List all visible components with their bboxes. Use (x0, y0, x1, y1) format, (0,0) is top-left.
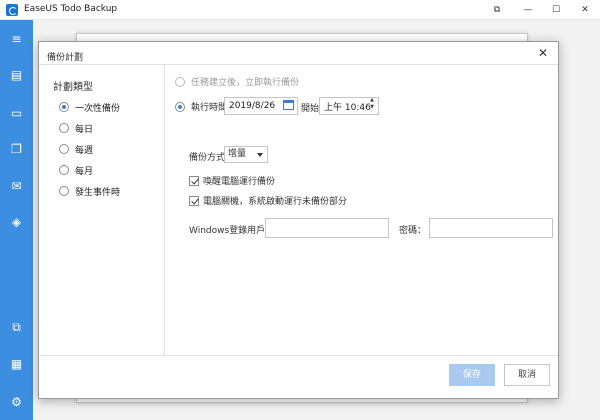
tools-icon[interactable]: ▦ (9, 357, 24, 371)
backup-schedule-dialog: 備份計劃 ✕ 計劃類型 一次性備份 每日 每週 每月 發生事件時 任務建立後，立… (38, 41, 559, 399)
backup-method-label: 備份方式 (189, 153, 226, 163)
minimize-button[interactable]: — (520, 2, 536, 18)
menu-icon[interactable]: ≡ (9, 32, 24, 46)
time-stepper-icon[interactable]: ▲ ▼ (368, 97, 376, 113)
cancel-button[interactable]: 取消 (504, 364, 550, 386)
password-label: 密碼： (399, 226, 427, 236)
app-sidebar: ≡ ▤ ▭ ❐ ✉ ◈ ⧉ ▦ ⚙ (0, 20, 33, 420)
windows-user-label: Windows登錄用戶： (189, 226, 275, 236)
radio-button[interactable] (59, 102, 69, 112)
mail-backup-icon[interactable]: ✉ (9, 179, 24, 193)
radio-button[interactable] (59, 186, 69, 196)
backup-method-select[interactable]: 增量 (224, 146, 268, 163)
save-button[interactable]: 保存 (449, 364, 495, 386)
clone-icon[interactable]: ⧉ (9, 320, 24, 334)
app-logo-icon (6, 4, 18, 16)
start-label: 開始 (301, 104, 320, 114)
run-after-create-option[interactable]: 任務建立後，立即執行備份 (175, 75, 299, 88)
plan-type-title: 計劃類型 (53, 82, 93, 93)
settings-icon[interactable]: ⚙ (9, 395, 24, 409)
dialog-close-icon[interactable]: ✕ (538, 46, 548, 60)
radio-button[interactable] (59, 123, 69, 133)
file-backup-icon[interactable]: ❐ (9, 142, 24, 156)
radio-button[interactable] (59, 144, 69, 154)
close-button[interactable]: ✕ (577, 2, 593, 18)
dialog-title: 備份計劃 (47, 53, 84, 63)
plan-type-weekly[interactable]: 每週 (59, 142, 93, 156)
wake-pc-option[interactable]: 喚醒電腦運行備份 (189, 174, 275, 187)
system-backup-icon[interactable]: ▭ (9, 106, 24, 120)
checkbox[interactable] (189, 195, 199, 206)
plan-type-monthly[interactable]: 每月 (59, 163, 93, 177)
run-at-option[interactable]: 執行時間 (175, 100, 227, 113)
checkbox[interactable] (189, 175, 199, 186)
plan-type-event[interactable]: 發生事件時 (59, 184, 120, 198)
divider (164, 65, 165, 355)
plan-type-daily[interactable]: 每日 (59, 121, 93, 135)
app-title: EaseUS Todo Backup (24, 4, 118, 14)
app-titlebar: EaseUS Todo Backup ⧉ — ☐ ✕ (0, 0, 600, 20)
shutdown-run-option[interactable]: 電腦關機，系統啟動運行未備份部分 (189, 194, 347, 207)
password-input[interactable] (429, 218, 553, 238)
radio-button[interactable] (175, 101, 185, 112)
radio-button[interactable] (175, 76, 185, 87)
maximize-button[interactable]: ☐ (548, 2, 564, 18)
calendar-icon[interactable] (283, 100, 294, 110)
plan-type-once[interactable]: 一次性備份 (59, 100, 120, 114)
disk-backup-icon[interactable]: ▤ (9, 68, 24, 82)
windows-user-input[interactable] (265, 218, 389, 238)
pin-icon[interactable]: ⧉ (489, 2, 505, 18)
divider (39, 355, 558, 356)
smart-backup-icon[interactable]: ◈ (9, 215, 24, 229)
divider (39, 64, 558, 65)
radio-button[interactable] (59, 165, 69, 175)
chevron-down-icon (257, 153, 263, 157)
